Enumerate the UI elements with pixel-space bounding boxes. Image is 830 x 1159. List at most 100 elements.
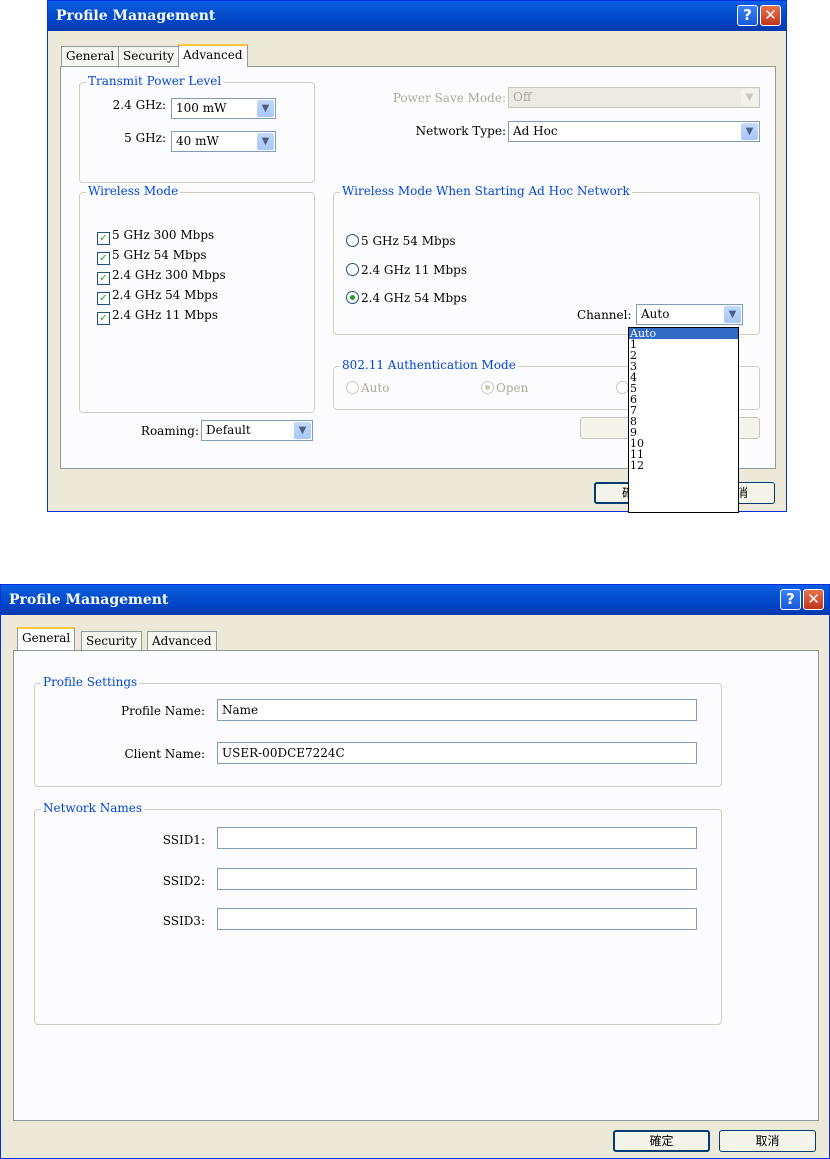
channel-option[interactable]: 3 — [629, 361, 738, 372]
ghz5-label: 5 GHz: — [124, 131, 166, 145]
adhoc-mode-group: Wireless Mode When Starting Ad Hoc Netwo… — [333, 184, 760, 335]
network-type-value: Ad Hoc — [513, 124, 558, 138]
ssid3-input[interactable] — [217, 908, 697, 930]
channel-label: Channel: — [577, 308, 632, 322]
close-button[interactable]: ✕ — [803, 589, 824, 610]
channel-option[interactable]: 4 — [629, 372, 738, 383]
channel-option[interactable]: 11 — [629, 449, 738, 460]
help-button[interactable]: ? — [737, 5, 758, 26]
wireless-mode-group: Wireless Mode ✓ 5 GHz 300 Mbps ✓ 5 GHz 54 … — [79, 184, 315, 413]
checkbox-5ghz-300[interactable]: ✓ 5 GHz 300 Mbps — [97, 228, 214, 245]
tab-general[interactable]: General — [61, 46, 120, 66]
channel-option[interactable]: 12 — [629, 460, 738, 471]
profile-settings-legend: Profile Settings — [41, 675, 140, 689]
auth-mode-legend: 802.11 Authentication Mode — [340, 358, 518, 372]
checkbox-5ghz-54[interactable]: ✓ 5 GHz 54 Mbps — [97, 248, 207, 265]
title-bar: Profile Management ? ✕ — [1, 585, 829, 615]
radio-label: 2.4 GHz 11 Mbps — [361, 263, 467, 277]
channel-option[interactable]: 6 — [629, 394, 738, 405]
radio-adhoc-24ghz-11[interactable]: 2.4 GHz 11 Mbps — [346, 263, 467, 277]
chevron-down-icon: ▼ — [741, 123, 758, 140]
radio-label: 2.4 GHz 54 Mbps — [361, 291, 467, 305]
tab-advanced[interactable]: Advanced — [178, 44, 248, 67]
ssid2-label: SSID2: — [162, 874, 205, 888]
cancel-button[interactable]: 取消 — [719, 1130, 816, 1152]
channel-option[interactable]: Auto — [629, 328, 738, 339]
power-save-select: Off ▼ — [508, 87, 760, 108]
channel-option[interactable]: 1 — [629, 339, 738, 350]
tab-advanced[interactable]: Advanced — [147, 631, 217, 651]
radio-label: Open — [496, 381, 529, 395]
chevron-down-icon: ▼ — [741, 89, 758, 106]
channel-dropdown-list[interactable]: Auto 1 2 3 4 5 6 7 8 9 10 11 12 — [628, 327, 739, 513]
network-names-group: Network Names SSID1: SSID2: SSID3: — [34, 801, 722, 1025]
roaming-value: Default — [206, 423, 251, 437]
ghz5-power-value: 40 mW — [176, 134, 219, 148]
ghz24-label: 2.4 GHz: — [112, 98, 166, 112]
radio-selected-icon — [346, 291, 359, 304]
profile-name-input[interactable]: Name — [217, 699, 697, 721]
network-type-select[interactable]: Ad Hoc ▼ — [508, 121, 760, 142]
transmit-power-group: Transmit Power Level 2.4 GHz: 100 mW ▼ 5… — [79, 74, 315, 183]
radio-auth-auto: Auto — [346, 381, 389, 395]
check-icon: ✓ — [97, 272, 110, 285]
check-icon: ✓ — [97, 292, 110, 305]
ssid3-label: SSID3: — [162, 914, 205, 928]
chevron-down-icon: ▼ — [724, 306, 741, 323]
channel-option[interactable]: 2 — [629, 350, 738, 361]
checkbox-24ghz-54[interactable]: ✓ 2.4 GHz 54 Mbps — [97, 288, 218, 305]
tab-security[interactable]: Security — [118, 46, 179, 66]
wireless-mode-legend: Wireless Mode — [86, 184, 181, 198]
checkbox-24ghz-11[interactable]: ✓ 2.4 GHz 11 Mbps — [97, 308, 218, 325]
ghz5-power-select[interactable]: 40 mW ▼ — [171, 131, 276, 152]
check-icon: ✓ — [97, 312, 110, 325]
network-names-legend: Network Names — [41, 801, 145, 815]
roaming-label: Roaming: — [140, 424, 199, 438]
chevron-down-icon: ▼ — [294, 422, 311, 439]
tab-security[interactable]: Security — [81, 631, 142, 651]
check-icon: ✓ — [97, 232, 110, 245]
channel-select[interactable]: Auto ▼ — [636, 304, 743, 325]
radio-adhoc-5ghz-54[interactable]: 5 GHz 54 Mbps — [346, 234, 456, 248]
radio-icon — [346, 234, 359, 247]
roaming-select[interactable]: Default ▼ — [201, 420, 313, 441]
ghz24-power-value: 100 mW — [176, 101, 227, 115]
network-type-label: Network Type: — [415, 124, 506, 138]
close-button[interactable]: ✕ — [760, 5, 781, 26]
profile-management-window-general: Profile Management ? ✕ General Security … — [0, 584, 830, 1159]
ssid1-label: SSID1: — [162, 833, 205, 847]
title-bar: Profile Management ? ✕ — [48, 1, 786, 31]
help-button[interactable]: ? — [780, 589, 801, 610]
client-name-label: Client Name: — [124, 747, 205, 761]
checkbox-label: 5 GHz 54 Mbps — [112, 248, 207, 262]
ghz24-power-select[interactable]: 100 mW ▼ — [171, 98, 276, 119]
tab-panel: Profile Settings Profile Name: Name Clie… — [13, 650, 819, 1121]
ssid1-input[interactable] — [217, 827, 697, 849]
window-title: Profile Management — [9, 592, 169, 608]
channel-option[interactable]: 5 — [629, 383, 738, 394]
client-name-input[interactable]: USER-00DCE7224C — [217, 742, 697, 764]
tab-general[interactable]: General — [17, 627, 76, 650]
transmit-power-legend: Transmit Power Level — [86, 74, 224, 88]
checkbox-label: 2.4 GHz 11 Mbps — [112, 308, 218, 322]
channel-option[interactable]: 8 — [629, 416, 738, 427]
power-save-label: Power Save Mode: — [392, 91, 506, 105]
checkbox-24ghz-300[interactable]: ✓ 2.4 GHz 300 Mbps — [97, 268, 226, 285]
ssid2-input[interactable] — [217, 868, 697, 890]
radio-label: 5 GHz 54 Mbps — [361, 234, 456, 248]
chevron-down-icon: ▼ — [257, 100, 274, 117]
profile-name-label: Profile Name: — [121, 704, 205, 718]
check-icon: ✓ — [97, 252, 110, 265]
channel-option[interactable]: 10 — [629, 438, 738, 449]
channel-option[interactable]: 9 — [629, 427, 738, 438]
ok-button[interactable]: 確定 — [613, 1130, 710, 1152]
adhoc-mode-legend: Wireless Mode When Starting Ad Hoc Netwo… — [340, 184, 632, 198]
channel-option[interactable]: 7 — [629, 405, 738, 416]
radio-adhoc-24ghz-54[interactable]: 2.4 GHz 54 Mbps — [346, 291, 467, 305]
profile-settings-group: Profile Settings Profile Name: Name Clie… — [34, 675, 722, 787]
checkbox-label: 2.4 GHz 300 Mbps — [112, 268, 226, 282]
radio-icon — [346, 381, 359, 394]
channel-value: Auto — [641, 307, 670, 321]
radio-selected-icon — [481, 381, 494, 394]
radio-label: Auto — [361, 381, 390, 395]
